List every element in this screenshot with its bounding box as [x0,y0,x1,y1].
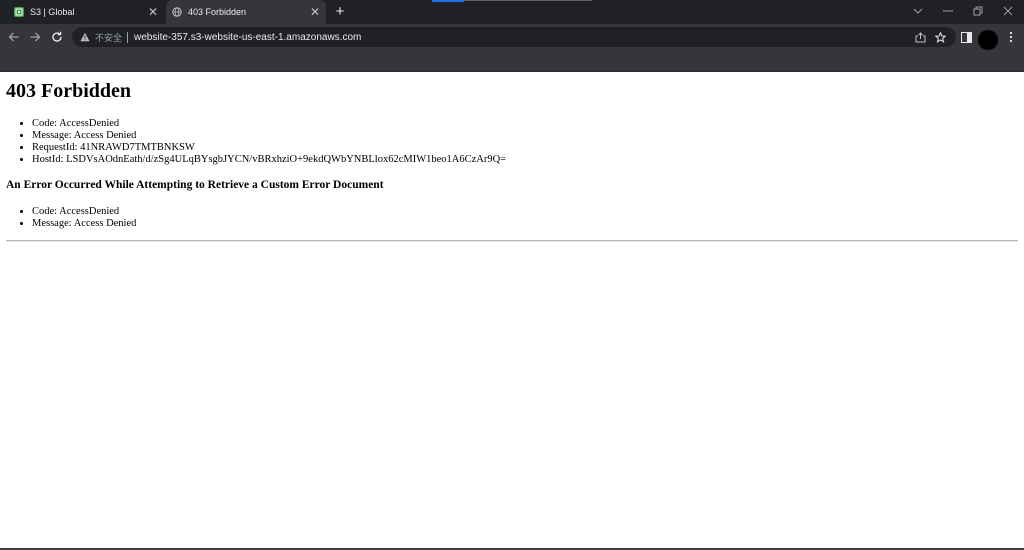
bookmarks-bar [0,50,1024,72]
forward-arrow-icon[interactable] [27,29,43,45]
minimize-icon[interactable] [934,0,962,22]
restore-icon[interactable] [964,0,992,22]
list-item: RequestId: 41NRAWD7TMTBNKSW [32,142,506,154]
tab-s3-global[interactable]: S3 | Global ✕ [6,0,164,24]
back-arrow-icon[interactable] [6,29,22,45]
address-bar[interactable]: 不安全 website-357.s3-website-us-east-1.ama… [72,27,956,47]
reload-icon[interactable] [49,29,65,45]
s3-icon [14,7,24,17]
url-text[interactable]: website-357.s3-website-us-east-1.amazona… [134,32,361,43]
bookmark-star-icon[interactable] [934,31,946,43]
list-item: Code: AccessDenied [32,118,506,130]
share-icon[interactable] [914,31,926,43]
chevron-down-icon[interactable] [904,0,932,22]
close-tab-icon[interactable]: ✕ [146,5,160,19]
globe-icon [172,7,182,17]
profile-avatar[interactable] [978,30,998,50]
close-icon[interactable] [994,0,1022,22]
divider [6,240,1018,242]
more-menu-icon[interactable] [1003,29,1019,45]
side-panel-icon[interactable] [958,29,974,45]
custom-error-details-list: Code: AccessDenied Message: Access Denie… [32,206,136,230]
list-item: Message: Access Denied [32,218,136,230]
list-item: Message: Access Denied [32,130,506,142]
tab-strip: S3 | Global ✕ 403 Forbidden ✕ + [0,0,1024,24]
address-bar-divider [127,31,129,43]
page-title: 403 Forbidden [6,80,132,102]
tab-strip-indicator [432,0,464,2]
error-details-list: Code: AccessDenied Message: Access Denie… [32,118,506,166]
warning-icon[interactable] [80,32,90,42]
close-tab-icon[interactable]: ✕ [308,5,322,19]
tab-title: 403 Forbidden [188,7,247,17]
tab-title: S3 | Global [30,7,75,17]
tab-strip-line [464,0,592,1]
custom-error-heading: An Error Occurred While Attempting to Re… [6,179,384,191]
security-label[interactable]: 不安全 [95,31,122,44]
list-item: HostId: LSDVsAOdnEath/d/zSg4ULqBYsgbJYCN… [32,154,506,166]
new-tab-button[interactable]: + [332,4,348,20]
list-item: Code: AccessDenied [32,206,136,218]
page-content: 403 Forbidden Code: AccessDenied Message… [0,72,1024,550]
tab-403-forbidden[interactable]: 403 Forbidden ✕ [166,0,326,24]
